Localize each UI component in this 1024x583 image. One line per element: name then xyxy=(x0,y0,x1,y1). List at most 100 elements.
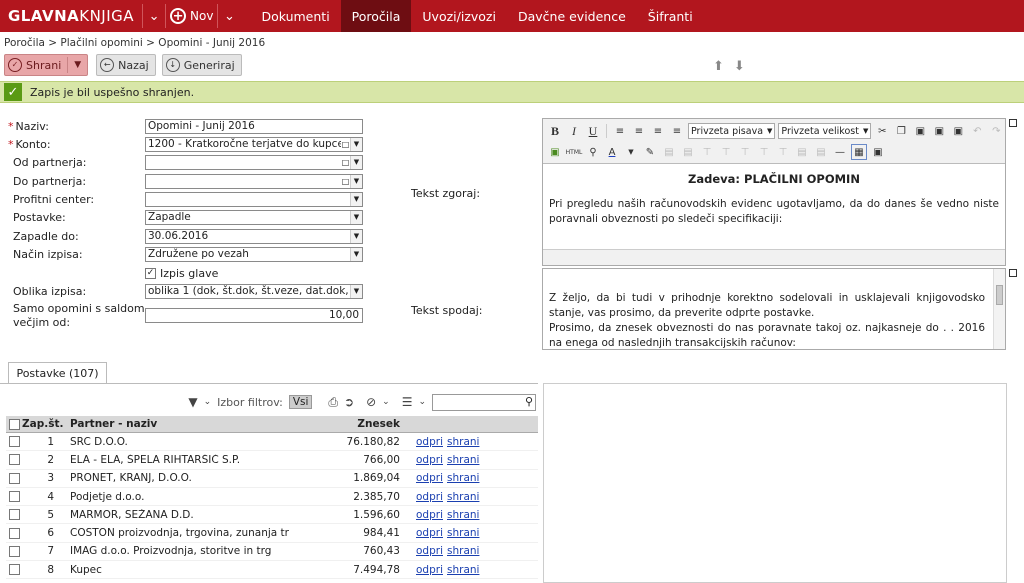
tab-postavke[interactable]: Postavke (107) xyxy=(8,362,107,384)
chevron-down-icon[interactable]: ⌄ xyxy=(382,397,390,407)
fullscreen-icon[interactable]: ▣ xyxy=(870,144,886,160)
row-checkbox[interactable] xyxy=(6,527,22,539)
export-icon[interactable]: ➲ xyxy=(344,395,354,409)
profitni-center-select[interactable]: ▼ xyxy=(145,192,363,207)
col-header-name[interactable]: Partner - naziv xyxy=(58,418,298,430)
chevron-down-icon[interactable]: ⌄ xyxy=(218,0,240,32)
chevron-down-icon[interactable]: ▼ xyxy=(350,193,362,206)
open-link[interactable]: odpri xyxy=(416,436,443,448)
merge-cell-icon[interactable]: ▤ xyxy=(794,144,810,160)
naziv-input[interactable]: Opomini - Junij 2016 xyxy=(145,119,363,134)
row-checkbox[interactable] xyxy=(6,545,22,557)
redo-icon[interactable]: ↷ xyxy=(988,123,1004,139)
edit-icon[interactable]: ✎ xyxy=(642,144,658,160)
select-all-checkbox[interactable] xyxy=(6,418,22,430)
arrow-up-icon[interactable]: ⬆ xyxy=(713,59,724,74)
nav-item-porocila[interactable]: Poročila xyxy=(340,0,412,32)
text-color-icon[interactable]: A xyxy=(604,144,620,160)
align-right-icon[interactable]: ≡ xyxy=(650,123,666,139)
table-col-icon[interactable]: ▤ xyxy=(680,144,696,160)
arrow-down-icon[interactable]: ⬇ xyxy=(734,59,745,74)
font-size-select[interactable]: Privzeta velikost ▼ xyxy=(778,123,872,139)
open-link[interactable]: odpri xyxy=(416,564,443,576)
checkbox-checked-icon[interactable]: ✓ xyxy=(145,268,156,279)
insert-col-icon[interactable]: ⊤ xyxy=(737,144,753,160)
table-row[interactable]: 6 COSTON proizvodnja, trgovina, zunanja t… xyxy=(6,524,538,543)
konto-select[interactable]: 1200 - Kratkoročne terjatve do kupcev □ ▼ xyxy=(145,137,363,152)
table-row[interactable]: 1 SRC D.O.O. 76.180,82 odpri shrani xyxy=(6,433,538,452)
save-button[interactable]: ✓ Shrani ▼ xyxy=(4,54,89,76)
lookup-icon[interactable]: □ xyxy=(341,156,350,169)
chevron-down-icon[interactable]: ▼ xyxy=(350,248,362,261)
split-cell-icon[interactable]: ⊤ xyxy=(775,144,791,160)
open-link[interactable]: odpri xyxy=(416,545,443,557)
editor-content[interactable]: Zadeva: PLAČILNI OPOMIN Pri pregledu naš… xyxy=(543,164,1005,235)
paste-word-icon[interactable]: ▣ xyxy=(950,123,966,139)
chevron-down-icon[interactable]: ▼ xyxy=(350,175,362,188)
link-icon[interactable]: ⊘ xyxy=(366,395,376,409)
row-checkbox[interactable] xyxy=(6,472,22,484)
paste-text-icon[interactable]: ▣ xyxy=(931,123,947,139)
delete-col-icon[interactable]: ⊤ xyxy=(756,144,772,160)
table-row[interactable]: 5 MARMOR, SEŽANA D.D. 1.596,60 odpri shrani xyxy=(6,506,538,525)
lookup-icon[interactable]: □ xyxy=(341,138,350,151)
open-link[interactable]: odpri xyxy=(416,454,443,466)
back-button[interactable]: ← Nazaj xyxy=(96,54,156,76)
table-row[interactable]: 7 IMAG d.o.o. Proizvodnja, storitve in tr… xyxy=(6,543,538,562)
table-row-icon[interactable]: ▤ xyxy=(661,144,677,160)
find-icon[interactable]: ⚲ xyxy=(585,144,601,160)
print-icon[interactable]: ⎙ xyxy=(328,395,338,410)
chevron-down-icon[interactable]: ▼ xyxy=(350,138,362,151)
chevron-down-icon[interactable]: ▼ xyxy=(350,285,362,298)
save-link[interactable]: shrani xyxy=(447,454,479,466)
nav-item-uvozi-izvozi[interactable]: Uvozi/izvozi xyxy=(411,0,507,32)
list-icon[interactable]: ☰ xyxy=(402,395,413,409)
chevron-down-icon[interactable]: ▼ xyxy=(350,211,362,224)
chevron-down-icon[interactable]: ⌄ xyxy=(418,397,426,407)
open-link[interactable]: odpri xyxy=(416,509,443,521)
save-link[interactable]: shrani xyxy=(447,436,479,448)
table-row[interactable]: 2 ELA - ELA, ŠPELA RIHTARŠIČ S.P. 766,00 od… xyxy=(6,451,538,470)
row-checkbox[interactable] xyxy=(6,491,22,503)
align-left-icon[interactable]: ≡ xyxy=(612,123,628,139)
nav-item-dokumenti[interactable]: Dokumenti xyxy=(250,0,340,32)
resize-handle[interactable] xyxy=(1009,119,1017,127)
save-link[interactable]: shrani xyxy=(447,472,479,484)
scrollbar[interactable] xyxy=(993,269,1005,349)
save-link[interactable]: shrani xyxy=(447,527,479,539)
postavke-select[interactable]: Zapadle ▼ xyxy=(145,210,363,225)
horizontal-rule-icon[interactable]: — xyxy=(832,144,848,160)
do-partnerja-select[interactable]: □ ▼ xyxy=(145,174,363,189)
editor-content[interactable]: Z željo, da bi tudi v prihodnje korektno… xyxy=(543,269,991,349)
chevron-down-icon[interactable]: ⌄ xyxy=(143,0,165,32)
scrollbar-thumb[interactable] xyxy=(996,285,1003,305)
save-link[interactable]: shrani xyxy=(447,564,479,576)
row-checkbox[interactable] xyxy=(6,509,22,521)
row-checkbox[interactable] xyxy=(6,564,22,576)
align-justify-icon[interactable]: ≡ xyxy=(669,123,685,139)
od-partnerja-select[interactable]: □ ▼ xyxy=(145,155,363,170)
underline-icon[interactable]: U xyxy=(585,123,601,139)
new-button[interactable]: + Nov xyxy=(166,0,217,32)
image-icon[interactable]: ▣ xyxy=(547,144,563,160)
save-link[interactable]: shrani xyxy=(447,545,479,557)
undo-icon[interactable]: ↶ xyxy=(969,123,985,139)
save-link[interactable]: shrani xyxy=(447,509,479,521)
search-input[interactable]: ⚲ xyxy=(432,393,536,411)
resize-handle[interactable] xyxy=(1009,269,1017,277)
row-checkbox[interactable] xyxy=(6,436,22,448)
nacin-izpisa-select[interactable]: Združene po vezah ▼ xyxy=(145,247,363,262)
delete-row-icon[interactable]: ⊤ xyxy=(718,144,734,160)
cut-icon[interactable]: ✂ xyxy=(874,123,890,139)
open-link[interactable]: odpri xyxy=(416,472,443,484)
row-checkbox[interactable] xyxy=(6,454,22,466)
col-header-no[interactable]: Zap.št. xyxy=(22,418,63,430)
open-link[interactable]: odpri xyxy=(416,527,443,539)
italic-icon[interactable]: I xyxy=(566,123,582,139)
font-family-select[interactable]: Privzeta pisava ▼ xyxy=(688,123,776,139)
zapadle-do-date[interactable]: 30.06.2016 ▼ xyxy=(145,229,363,244)
table-icon[interactable]: ▦ xyxy=(851,144,867,160)
table-props-icon[interactable]: ▤ xyxy=(813,144,829,160)
samo-opomini-input[interactable]: 10,00 xyxy=(145,308,363,323)
tekst-spodaj-editor[interactable]: Z željo, da bi tudi v prihodnje korektno… xyxy=(542,268,1006,350)
